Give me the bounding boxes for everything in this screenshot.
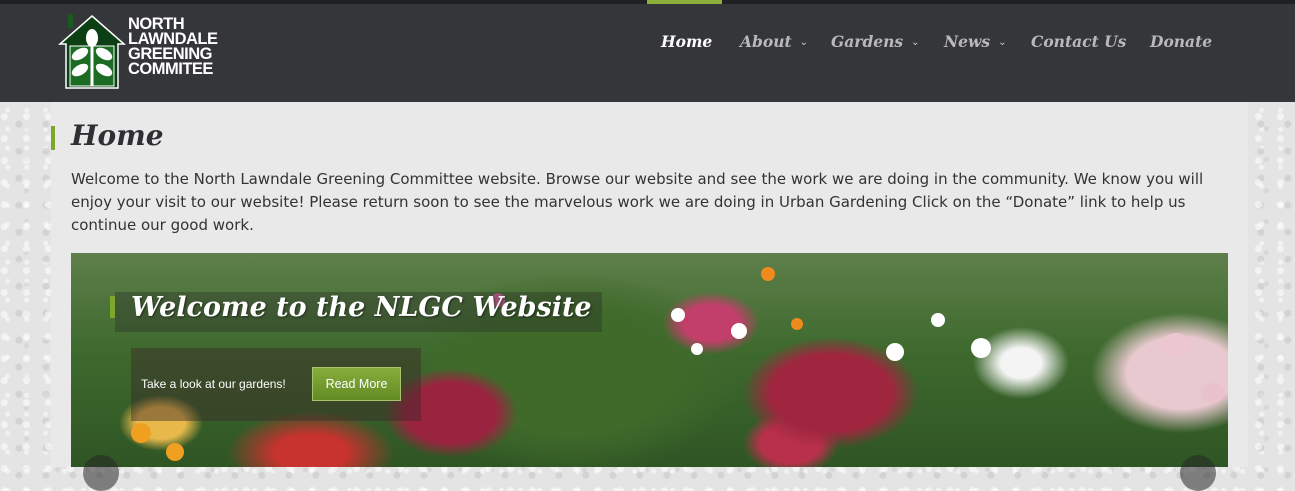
nav-item-gardens[interactable]: Gardens ⌄	[831, 32, 920, 51]
nav-label: Contact Us	[1031, 32, 1127, 51]
nav-item-home[interactable]: Home	[661, 32, 712, 51]
chevron-right-icon[interactable]	[1180, 455, 1216, 491]
flower-decoration	[691, 343, 703, 355]
nav-item-news[interactable]: News ⌄	[944, 32, 1007, 51]
page-title: Home	[71, 119, 164, 152]
intro-paragraph: Welcome to the North Lawndale Greening C…	[71, 170, 1204, 234]
flower-decoration	[131, 423, 151, 443]
chevron-down-icon: ⌄	[799, 37, 809, 48]
chevron-down-icon: ⌄	[911, 37, 920, 48]
nav-item-contact-us[interactable]: Contact Us	[1031, 32, 1126, 51]
site-header: NORTH LAWNDALE GREENING COMMITEE Home Ab…	[0, 0, 1295, 102]
flower-decoration	[791, 318, 803, 330]
read-more-button[interactable]: Read More	[312, 367, 401, 401]
flower-decoration	[931, 313, 945, 327]
title-accent-bar	[51, 126, 55, 150]
flower-decoration	[886, 343, 904, 361]
flower-decoration	[971, 338, 991, 358]
chevron-left-icon[interactable]	[83, 455, 119, 491]
flower-decoration	[761, 267, 775, 281]
nav-label: News	[944, 32, 991, 51]
nav-item-donate[interactable]: Donate	[1150, 32, 1212, 51]
flower-decoration	[731, 323, 747, 339]
flower-decoration	[1201, 383, 1225, 403]
flower-decoration	[1161, 333, 1191, 357]
nav-label: About	[740, 32, 792, 51]
slide-title-accent-bar	[110, 296, 115, 318]
nav-label: Donate	[1150, 32, 1213, 51]
active-nav-indicator	[647, 0, 722, 4]
nav-item-about[interactable]: About ⌄	[740, 32, 808, 51]
flower-decoration	[166, 443, 184, 461]
nav-label: Home	[661, 32, 713, 51]
chevron-down-icon: ⌄	[998, 37, 1007, 48]
nav-label: Gardens	[831, 32, 904, 51]
slide-title: Welcome to the NLGC Website	[131, 292, 592, 323]
flower-decoration	[671, 308, 685, 322]
main-nav: Home About ⌄ Gardens ⌄ News ⌄ Contact Us Do…	[0, 0, 1295, 102]
slide-caption: Take a look at our gardens!	[141, 377, 286, 391]
